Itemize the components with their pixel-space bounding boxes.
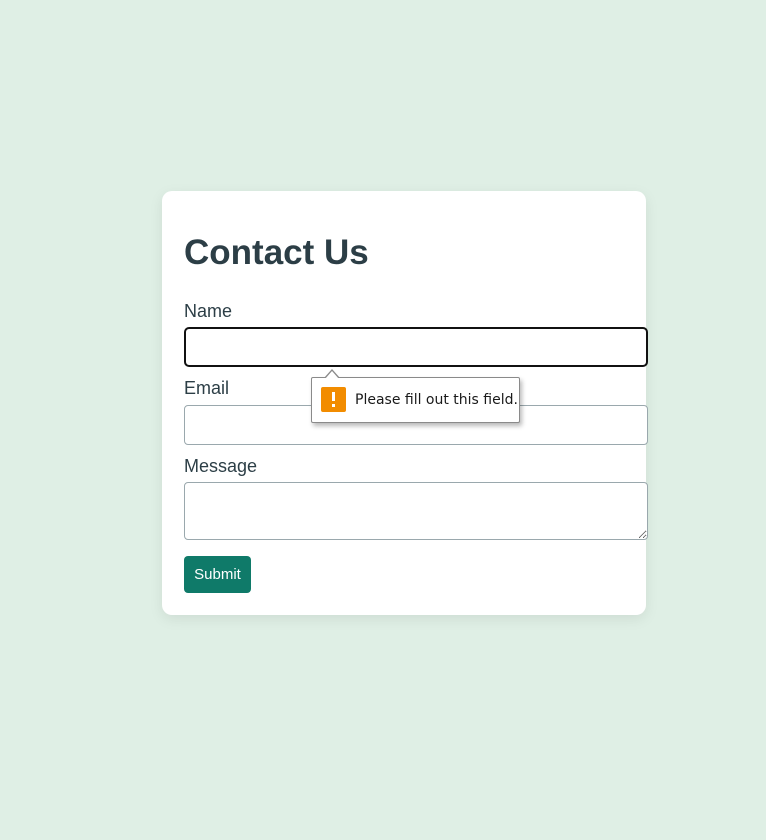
message-label: Message (184, 456, 258, 476)
validation-tooltip: Please fill out this field. (311, 369, 520, 423)
name-label: Name (184, 301, 233, 321)
email-label: Email (184, 378, 230, 398)
warning-icon (321, 387, 346, 412)
page-title: Contact Us (184, 233, 369, 272)
name-input[interactable] (184, 327, 648, 367)
validation-message: Please fill out this field. (355, 392, 518, 408)
submit-button[interactable]: Submit (184, 556, 251, 593)
message-textarea[interactable] (184, 482, 648, 540)
